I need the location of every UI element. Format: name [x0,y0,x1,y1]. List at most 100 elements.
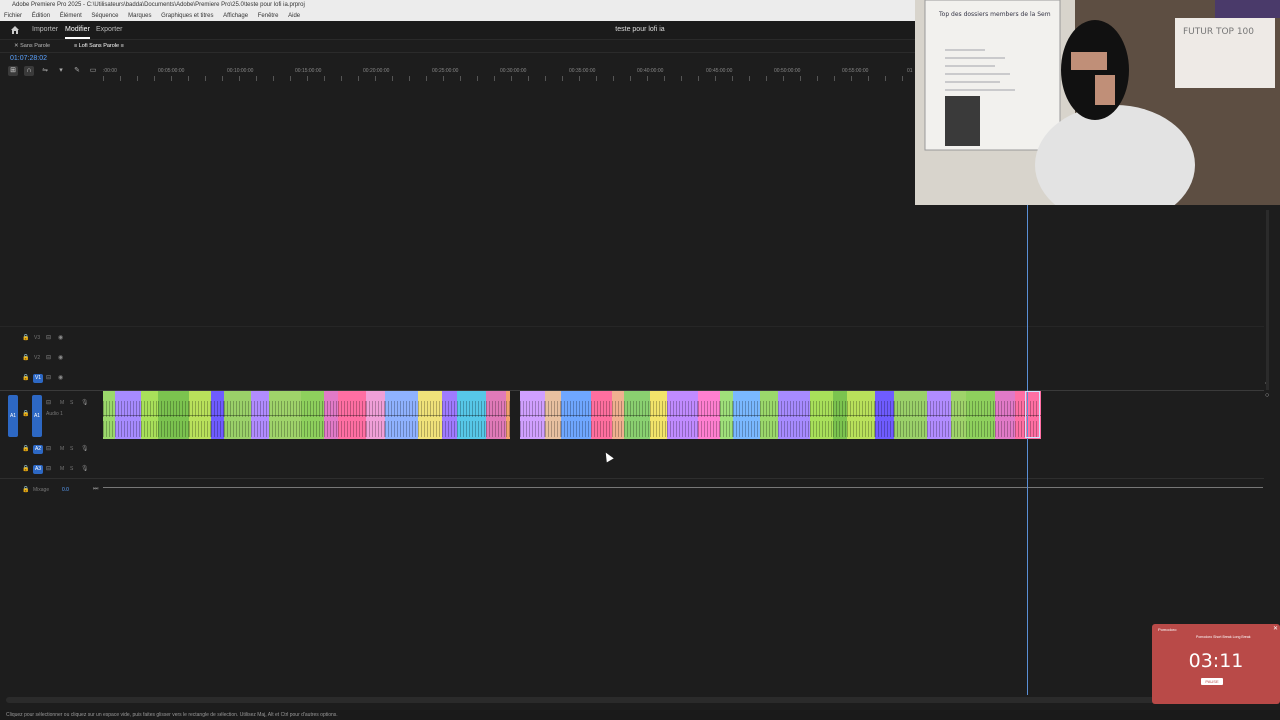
marker-icon[interactable]: ▾ [56,66,66,76]
lock-icon[interactable]: 🔒 [22,334,29,341]
audio-clip[interactable] [385,391,418,439]
eye-icon[interactable]: ◉ [58,354,63,361]
lock-icon[interactable]: 🔒 [22,465,29,472]
pause-button[interactable]: PAUSE [1201,678,1223,685]
solo-button[interactable]: S [70,446,73,452]
audio-clip[interactable] [894,391,927,439]
audio-clip[interactable] [506,391,510,439]
menu-item-marques[interactable]: Marques [128,13,151,19]
mute-button[interactable]: M [60,400,64,406]
track-label[interactable]: A3 [33,465,43,474]
vertical-scrollbar[interactable] [1266,210,1269,390]
playhead[interactable] [1027,205,1028,695]
audio-clip[interactable] [720,391,733,439]
audio-clip[interactable] [324,391,338,439]
home-icon[interactable] [10,21,20,39]
mix-level-line[interactable] [103,487,1263,488]
magnet-icon[interactable]: ∩ [24,66,34,76]
mute-button[interactable]: M [60,466,64,472]
audio-clip[interactable] [561,391,591,439]
horizontal-scrollbar[interactable] [6,697,1264,703]
solo-button[interactable]: S [70,400,73,406]
audio-clip[interactable] [442,391,457,439]
audio-clip[interactable] [927,391,951,439]
audio-clip[interactable] [591,391,612,439]
menu-item-edition[interactable]: Édition [32,13,50,19]
nav-importer[interactable]: Importer [32,21,58,39]
nest-icon[interactable]: ⊞ [8,66,18,76]
menu-item-fenetre[interactable]: Fenêtre [258,13,279,19]
eye-icon[interactable]: ◉ [58,334,63,341]
solo-button[interactable]: S [70,466,73,472]
tab-short-break[interactable]: Short Break [1213,635,1231,639]
menu-item-graphiques[interactable]: Graphiques et titres [161,13,213,19]
source-patch-a1[interactable]: A1 [8,395,18,437]
mix-value[interactable]: 0.0 [62,487,69,493]
audio-clip[interactable] [115,391,141,439]
nav-modifier[interactable]: Modifier [65,21,90,39]
menu-item-sequence[interactable]: Séquence [91,13,118,19]
audio-clip[interactable] [733,391,760,439]
audio-clip[interactable] [366,391,385,439]
audio-clip[interactable] [667,391,698,439]
audio-clip[interactable] [158,391,189,439]
tab-long-break[interactable]: Long Break [1233,635,1251,639]
linked-select-icon[interactable]: ⇋ [40,66,50,76]
audio-clip[interactable] [224,391,251,439]
audio-clip[interactable] [211,391,224,439]
microphone-icon[interactable]: 🎙 [81,445,89,452]
audio-clip[interactable] [269,391,301,439]
track-label[interactable]: V2 [34,355,44,361]
audio-clip[interactable] [966,391,995,439]
audio-clip[interactable] [875,391,894,439]
audio-clip[interactable] [698,391,720,439]
audio-clip[interactable] [760,391,778,439]
audio-clip[interactable] [810,391,833,439]
track-label[interactable]: A1 [32,395,42,437]
track-label[interactable]: V3 [34,335,44,341]
lock-icon[interactable]: 🔒 [22,410,29,417]
audio-clip[interactable] [545,391,561,439]
nav-exporter[interactable]: Exporter [96,21,122,39]
sync-lock-icon[interactable]: ⊟ [46,374,51,381]
audio-clip[interactable] [103,391,115,439]
menu-item-fichier[interactable]: Fichier [4,13,22,19]
audio-clip[interactable] [457,391,486,439]
audio-clip[interactable] [847,391,875,439]
audio-clip[interactable] [418,391,442,439]
menu-item-element[interactable]: Élément [60,13,82,19]
play-end-icon[interactable]: ⏭ [93,486,98,493]
audio-clip[interactable] [612,391,624,439]
audio-clip[interactable] [141,391,158,439]
time-ruler[interactable]: :00:00 00:05:00:00 00:10:00:00 00:15:00:… [103,66,913,82]
menu-item-affichage[interactable]: Affichage [223,13,248,19]
captions-icon[interactable]: ▭ [88,66,98,76]
wrench-icon[interactable]: ✎ [72,66,82,76]
eye-icon[interactable]: ◉ [58,374,63,381]
audio-clip[interactable] [520,391,545,439]
menu-item-aide[interactable]: Aide [288,13,300,19]
tab-lofi-sans-parole[interactable]: ≡ Lofi Sans Parole ≡ [74,40,124,52]
sync-lock-icon[interactable]: ⊟ [46,334,51,341]
playhead-timecode[interactable]: 01:07:28:02 [10,55,47,62]
tab-sans-parole[interactable]: ✕ Sans Parole [14,40,50,52]
audio-clip[interactable] [189,391,211,439]
audio-clip[interactable] [995,391,1015,439]
lock-icon[interactable]: 🔒 [22,374,29,381]
audio-clip[interactable] [833,391,847,439]
lock-icon[interactable]: 🔒 [22,486,29,493]
lock-icon[interactable]: 🔒 [22,354,29,361]
sync-lock-icon[interactable]: ⊟ [46,465,51,472]
audio-clip[interactable] [251,391,269,439]
sync-lock-icon[interactable]: ⊟ [46,354,51,361]
audio-clip[interactable] [301,391,324,439]
audio-clip[interactable] [338,391,366,439]
close-icon[interactable]: ✕ [1273,625,1278,632]
track-label[interactable]: A2 [33,445,43,454]
lock-icon[interactable]: 🔒 [22,445,29,452]
audio-clip[interactable] [486,391,506,439]
audio-clip[interactable] [624,391,650,439]
audio-clip[interactable] [951,391,966,439]
selected-clip-outline[interactable] [1025,391,1040,438]
microphone-icon[interactable]: 🎙 [81,465,89,472]
